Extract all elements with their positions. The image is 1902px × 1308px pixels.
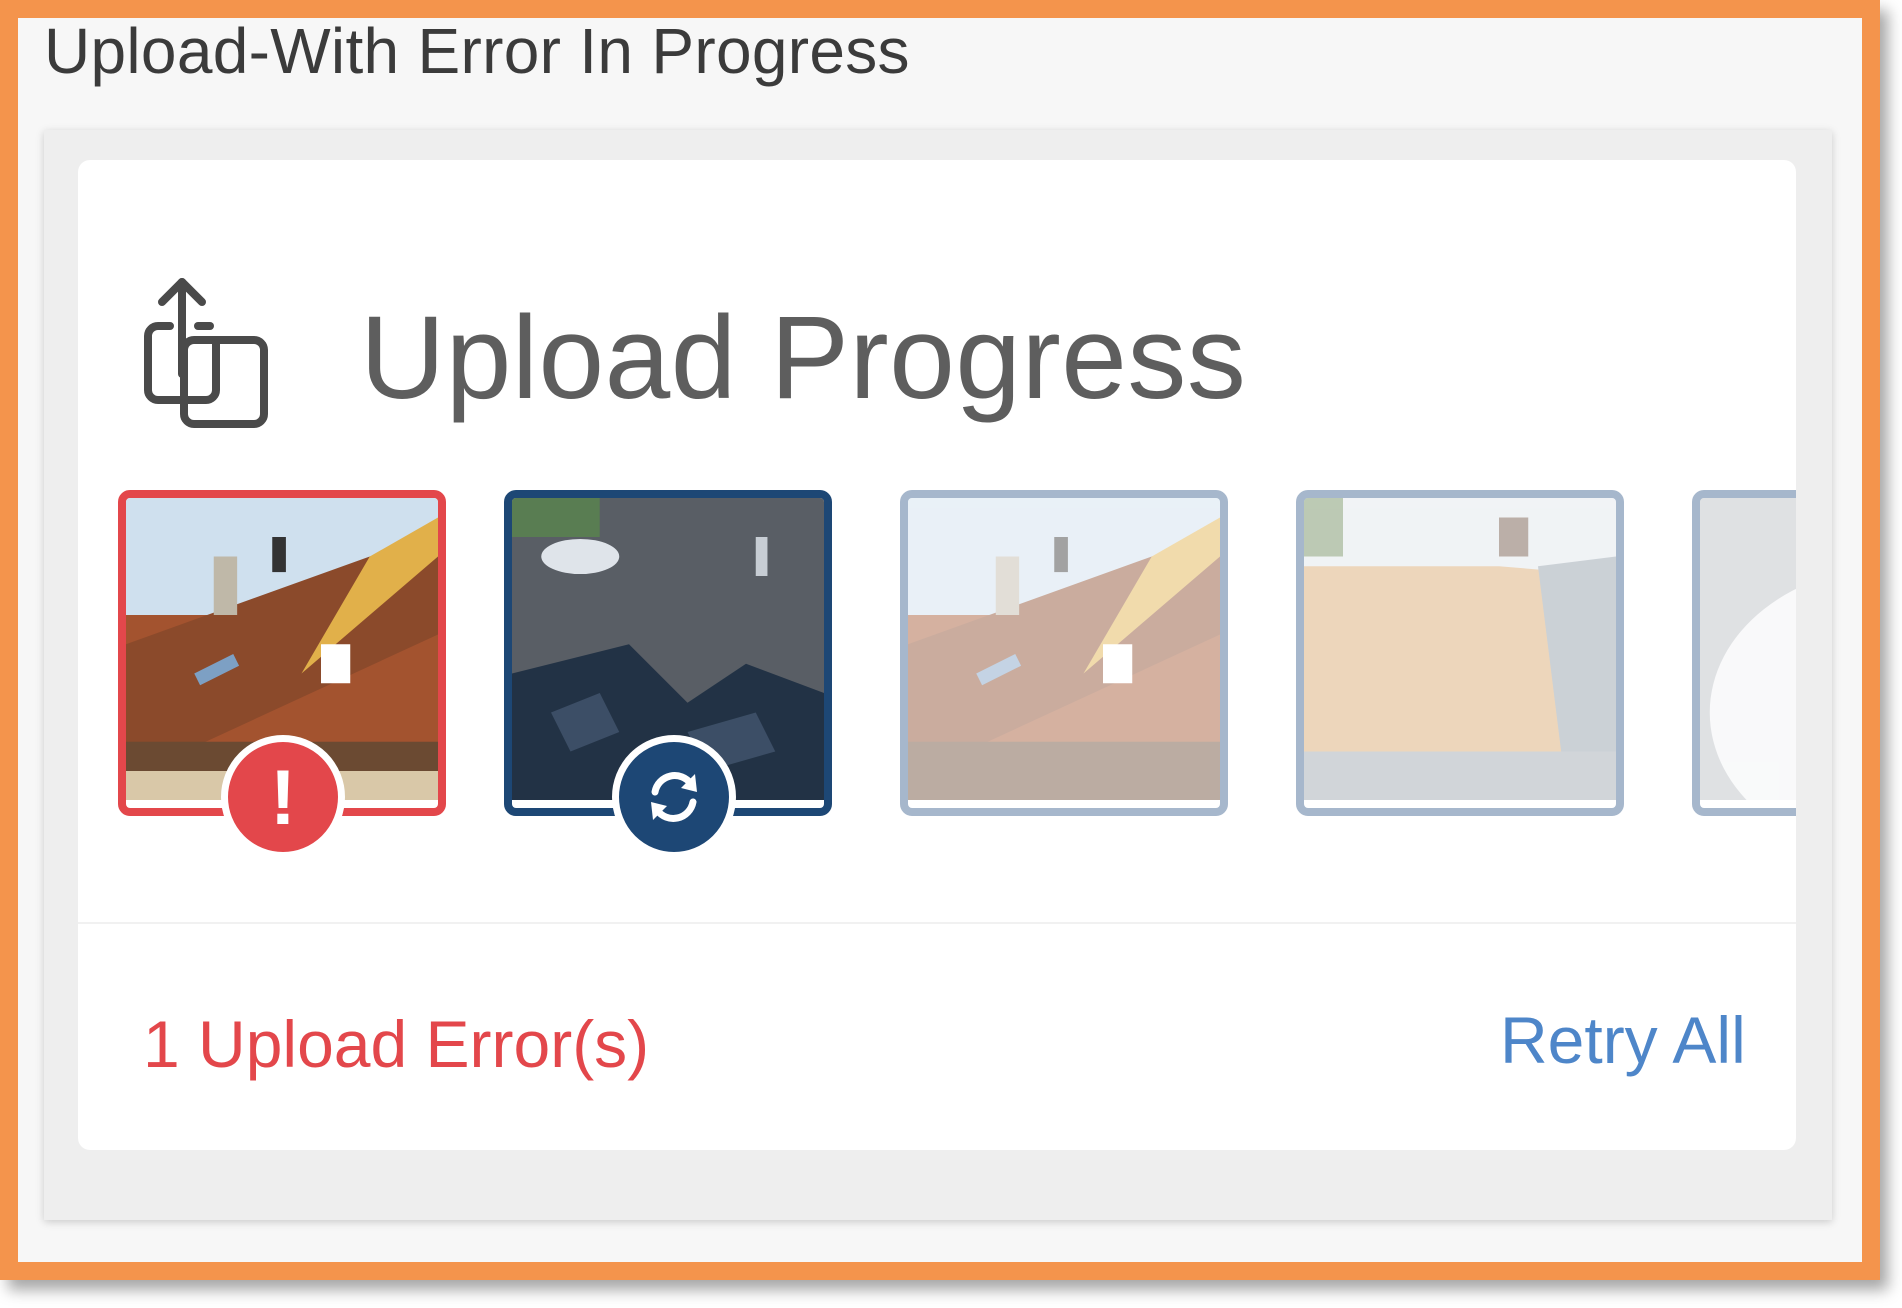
roof-photo-3	[908, 498, 1220, 801]
roof-photo-5	[1700, 498, 1796, 801]
roof-photo-4	[1304, 498, 1616, 801]
upload-error-summary: 1 Upload Error(s)	[143, 1007, 650, 1081]
share-upload-icon	[144, 278, 268, 428]
retry-all-button[interactable]: Retry All	[1500, 1002, 1746, 1078]
frame-title: Upload-With Error In Progress	[44, 15, 910, 87]
thumbnail-strip[interactable]: !	[118, 490, 1796, 870]
sync-icon	[612, 735, 736, 859]
refresh-arrows-icon	[651, 772, 697, 822]
footer-divider	[78, 922, 1796, 924]
card-header: Upload Progress	[140, 272, 1246, 432]
thumbnail-pending[interactable]	[1692, 490, 1796, 816]
thumbnail-pending[interactable]	[1296, 490, 1624, 816]
error-badge-icon: !	[221, 735, 345, 859]
card-title: Upload Progress	[360, 292, 1247, 424]
thumbnail-pending[interactable]	[900, 490, 1228, 816]
